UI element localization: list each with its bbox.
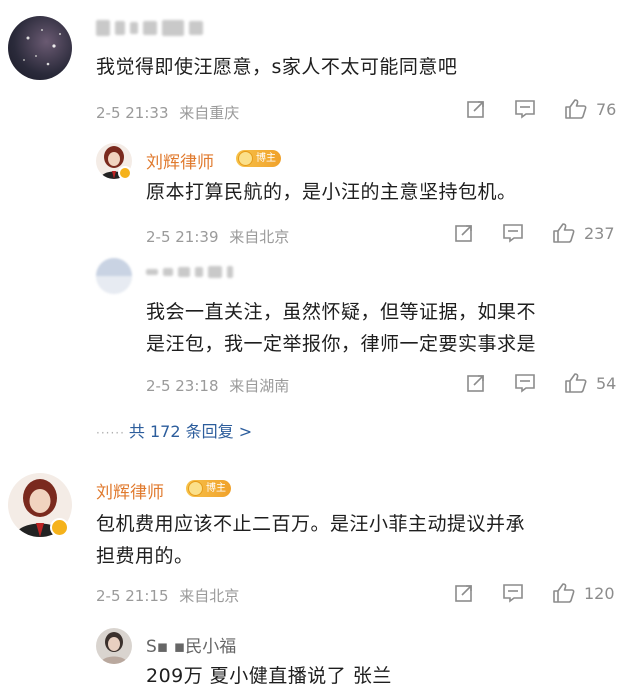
comment-time: 2-5 21:15 <box>96 587 169 605</box>
share-icon <box>455 585 472 602</box>
thumbs-up-icon <box>553 583 575 603</box>
thumbs-up-icon <box>565 373 587 393</box>
comment-time: 2-5 23:18 <box>146 377 219 395</box>
comment-button[interactable] <box>514 99 536 119</box>
like-count: 120 <box>584 583 615 603</box>
user-photo-image <box>100 632 128 664</box>
comment-meta: 2-5 21:15 来自北京 <box>96 585 239 606</box>
more-replies-label: 共 172 条回复 > <box>128 422 253 441</box>
username-blurred[interactable] <box>96 20 203 36</box>
comment-location: 来自北京 <box>229 228 290 246</box>
dots-icon: ······ <box>96 426 125 440</box>
comment-text-line2: 担费用的。 <box>96 545 194 567</box>
comment-icon <box>503 584 523 603</box>
share-icon <box>467 101 484 118</box>
comment-time: 2-5 21:33 <box>96 104 169 122</box>
blogger-badge: 博主 <box>186 480 231 497</box>
like-button[interactable]: 237 <box>552 222 615 244</box>
like-count: 237 <box>584 223 615 243</box>
avatar[interactable] <box>8 16 72 80</box>
blogger-badge: 博主 <box>236 150 281 167</box>
like-count: 76 <box>596 99 617 119</box>
comment-text-line2: 是汪包，我一定举报你，律师一定要实事求是 <box>146 333 537 355</box>
like-count: 54 <box>596 373 617 393</box>
comment-meta: 2-5 21:39 来自北京 <box>146 226 289 247</box>
like-button[interactable]: 76 <box>564 98 616 120</box>
comment-location: 来自北京 <box>179 587 240 605</box>
comment-meta: 2-5 21:33 来自重庆 <box>96 102 239 123</box>
comment-text: 我觉得即使汪愿意，s家人不太可能同意吧 <box>96 56 458 78</box>
username[interactable]: 刘辉律师 <box>96 478 164 503</box>
comment-meta: 2-5 23:18 来自湖南 <box>146 375 289 396</box>
like-button[interactable]: 120 <box>552 582 615 604</box>
comment-text: 原本打算民航的，是小汪的主意坚持包机。 <box>146 181 517 203</box>
more-replies-link[interactable]: ······ 共 172 条回复 > <box>96 418 252 442</box>
medal-icon <box>238 151 253 166</box>
comment-actions: 54 <box>466 372 616 394</box>
comment-button[interactable] <box>514 373 536 393</box>
share-button[interactable] <box>466 99 486 119</box>
comment-icon <box>515 100 535 119</box>
like-button[interactable]: 54 <box>564 372 616 394</box>
starry-avatar-image <box>23 29 61 66</box>
comment-actions: 120 <box>454 582 615 604</box>
comment-text: 209万 夏小健直播说了 张兰 <box>146 665 392 687</box>
share-button[interactable] <box>466 373 486 393</box>
share-button[interactable] <box>454 223 474 243</box>
badge-label: 博主 <box>206 483 226 494</box>
blurred-avatar-image <box>96 258 132 294</box>
username-blurred[interactable] <box>146 266 233 278</box>
comment-button[interactable] <box>502 583 524 603</box>
username[interactable]: 刘辉律师 <box>146 148 214 173</box>
username-partial[interactable]: S▪ ▪民小福 <box>146 632 236 657</box>
comment-icon <box>515 374 535 393</box>
comment-time: 2-5 21:39 <box>146 228 219 246</box>
medal-icon <box>188 481 203 496</box>
share-icon <box>455 225 472 242</box>
share-button[interactable] <box>454 583 474 603</box>
share-icon <box>467 375 484 392</box>
comment-button[interactable] <box>502 223 524 243</box>
avatar[interactable] <box>96 628 132 664</box>
avatar[interactable] <box>96 258 132 294</box>
comment-location: 来自湖南 <box>229 377 290 395</box>
comment-actions: 237 <box>454 222 615 244</box>
verified-badge <box>118 166 132 180</box>
comment-text-line1: 我会一直关注，虽然怀疑，但等证据，如果不 <box>146 301 537 323</box>
comment-text-line1: 包机费用应该不止二百万。是汪小菲主动提议并承 <box>96 513 526 535</box>
comment-location: 来自重庆 <box>179 104 240 122</box>
comment-icon <box>503 224 523 243</box>
thumbs-up-icon <box>553 223 575 243</box>
verified-badge <box>50 518 69 537</box>
thumbs-up-icon <box>565 99 587 119</box>
badge-label: 博主 <box>256 153 276 164</box>
comment-actions: 76 <box>466 98 616 120</box>
